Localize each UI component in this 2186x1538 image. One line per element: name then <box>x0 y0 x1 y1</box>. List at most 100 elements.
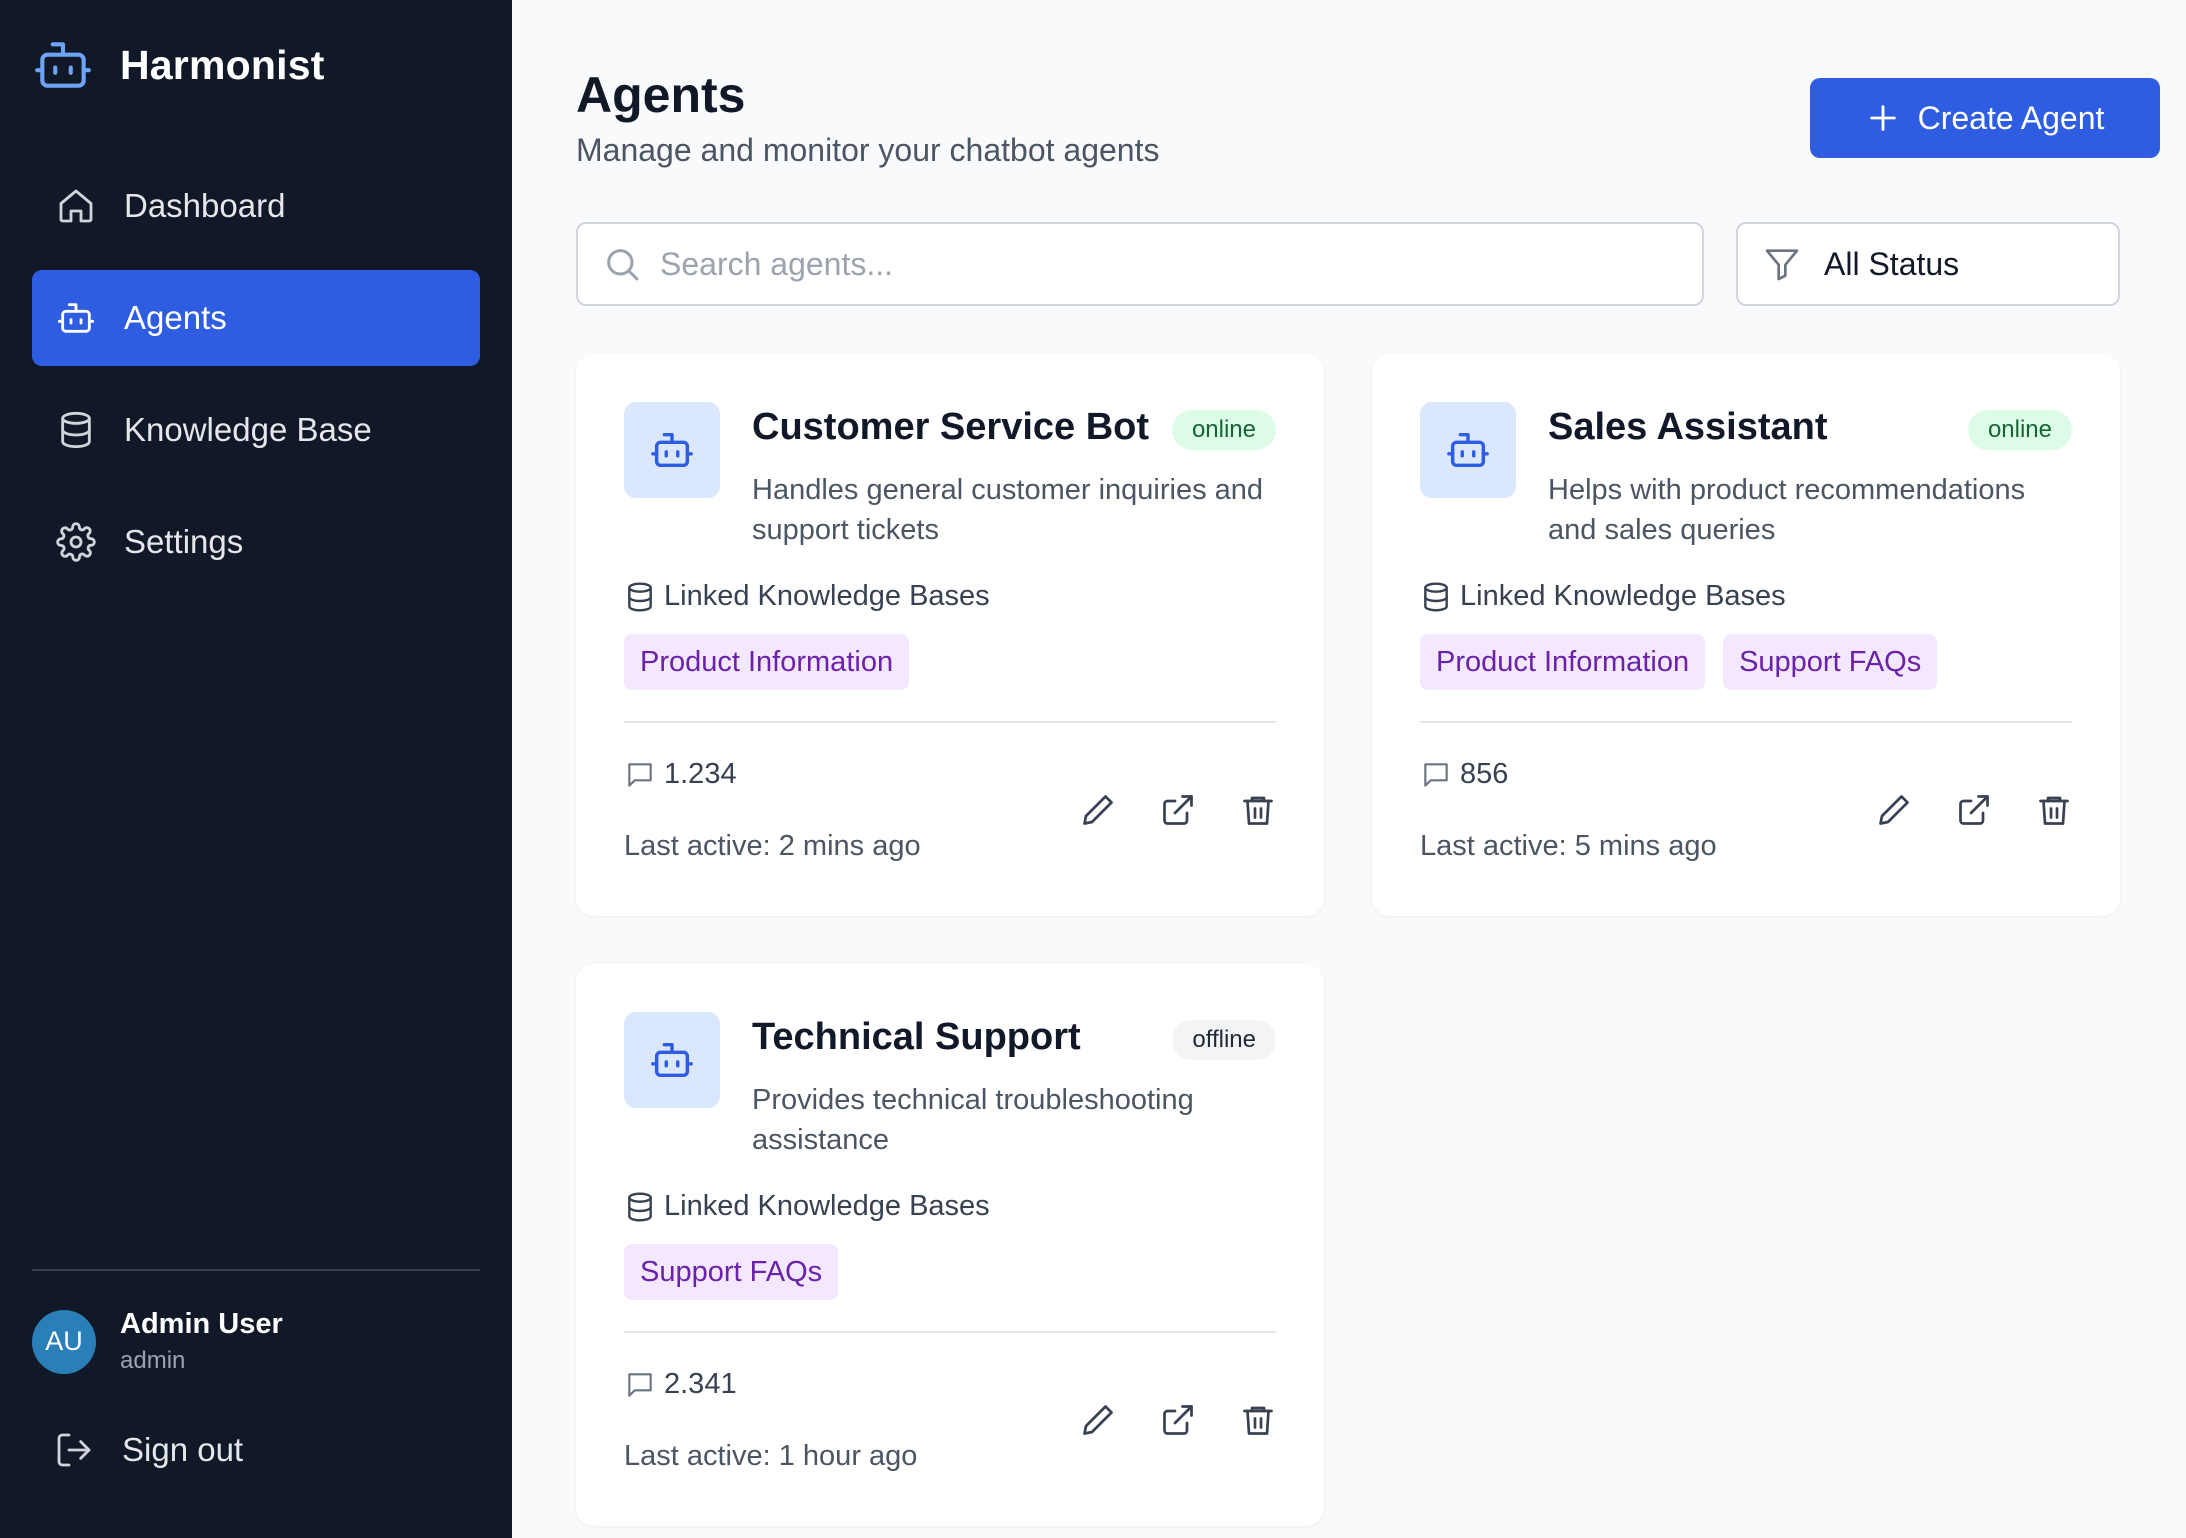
kb-tag[interactable]: Support FAQs <box>1723 634 1938 690</box>
filter-icon <box>1765 249 1799 281</box>
user-profile: AU Admin User admin <box>32 1308 283 1375</box>
main-content: Agents Manage and monitor your chatbot a… <box>512 0 2186 1538</box>
status-badge: offline <box>1172 1020 1276 1060</box>
kb-tag[interactable]: Product Information <box>624 634 910 690</box>
sidebar-divider <box>32 1269 480 1271</box>
database-icon <box>628 581 652 612</box>
database-icon <box>61 411 91 449</box>
linked-kb-heading: Linked Knowledge Bases <box>1420 580 1786 613</box>
sign-out-label: Sign out <box>122 1431 244 1468</box>
delete-button[interactable] <box>1240 792 1276 828</box>
status-filter-value: All Status <box>1824 245 1960 282</box>
sidebar-item-settings[interactable]: Settings <box>32 494 480 590</box>
status-badge: online <box>1967 410 2072 450</box>
agent-name: Customer Service Bot <box>752 406 1150 448</box>
external-link-icon <box>1959 795 1989 825</box>
linked-kb-heading: Linked Knowledge Bases <box>624 1190 990 1223</box>
message-count-value: 2.341 <box>664 1368 737 1400</box>
trash-icon <box>2039 796 2069 825</box>
open-external-button[interactable] <box>1160 1402 1196 1438</box>
pencil-icon <box>1879 795 1909 825</box>
plus-icon <box>1869 105 1896 131</box>
sidebar-item-dashboard[interactable]: Dashboard <box>32 158 480 254</box>
sidebar-item-knowledge-base[interactable]: Knowledge Base <box>32 382 480 478</box>
page-subtitle: Manage and monitor your chatbot agents <box>576 132 1160 168</box>
kb-tags: Product Information Support FAQs <box>1420 634 1955 690</box>
bot-icon <box>651 1042 693 1078</box>
pencil-icon <box>1083 795 1113 825</box>
sidebar-item-label: Dashboard <box>124 187 286 224</box>
agent-card-customer-service-bot: Customer Service Bot online Handles gene… <box>576 354 1324 916</box>
sidebar: Harmonist Dashboard Agents Knowledge Bas… <box>0 0 512 1538</box>
bot-icon <box>1447 432 1489 468</box>
trash-icon <box>1243 796 1273 825</box>
card-divider <box>624 1331 1276 1333</box>
agent-name: Sales Assistant <box>1548 406 1828 448</box>
create-agent-button[interactable]: Create Agent <box>1810 78 2160 158</box>
card-divider <box>624 721 1276 723</box>
card-actions <box>1832 792 2072 828</box>
delete-button[interactable] <box>1240 1402 1276 1438</box>
avatar: AU <box>32 1309 96 1374</box>
message-count: 856 <box>1420 758 1508 791</box>
search-input[interactable] <box>660 245 1660 283</box>
sidebar-item-label: Settings <box>124 523 244 560</box>
bot-icon <box>57 303 95 333</box>
edit-button[interactable] <box>1080 792 1116 828</box>
brand[interactable]: Harmonist <box>32 34 325 96</box>
sidebar-nav: Dashboard Agents Knowledge Base Settings <box>32 158 480 606</box>
agent-description: Handles general customer inquiries and s… <box>752 474 1264 546</box>
kb-tags: Product Information <box>624 634 927 690</box>
message-icon <box>628 762 652 787</box>
sidebar-item-agents[interactable]: Agents <box>32 270 480 366</box>
open-external-button[interactable] <box>1160 792 1196 828</box>
message-icon <box>628 1372 652 1397</box>
message-count-value: 1.234 <box>664 758 737 790</box>
database-icon <box>1424 581 1448 612</box>
agent-avatar <box>1420 402 1516 498</box>
status-filter-select[interactable]: All Status <box>1736 222 2120 306</box>
agent-description: Provides technical troubleshooting assis… <box>752 1084 1194 1156</box>
last-active: Last active: 1 hour ago <box>624 1440 918 1472</box>
edit-button[interactable] <box>1876 792 1912 828</box>
card-actions <box>1036 792 1276 828</box>
card-actions <box>1036 1402 1276 1438</box>
agent-avatar <box>624 1012 720 1108</box>
pencil-icon <box>1083 1405 1113 1435</box>
search-icon <box>607 249 639 281</box>
linked-kb-label: Linked Knowledge Bases <box>1460 580 1786 612</box>
kb-tags: Support FAQs <box>624 1244 856 1300</box>
database-icon <box>628 1191 652 1222</box>
bot-icon <box>651 432 693 468</box>
linked-kb-label: Linked Knowledge Bases <box>664 1190 990 1222</box>
last-active: Last active: 5 mins ago <box>1420 830 1717 862</box>
page-title: Agents <box>576 67 746 123</box>
agent-description: Helps with product recommendations and s… <box>1548 474 2026 546</box>
linked-kb-label: Linked Knowledge Bases <box>664 580 990 612</box>
linked-kb-heading: Linked Knowledge Bases <box>624 580 990 613</box>
last-active: Last active: 2 mins ago <box>624 830 921 862</box>
trash-icon <box>1243 1406 1273 1435</box>
create-agent-label: Create Agent <box>1917 99 2105 136</box>
edit-button[interactable] <box>1080 1402 1116 1438</box>
log-out-icon <box>57 1433 91 1467</box>
sign-out-button[interactable]: Sign out <box>54 1430 243 1470</box>
bot-logo-icon <box>35 42 91 88</box>
agent-card-sales-assistant: Sales Assistant online Helps with produc… <box>1372 354 2120 916</box>
external-link-icon <box>1163 1405 1193 1435</box>
open-external-button[interactable] <box>1956 792 1992 828</box>
agent-avatar <box>624 402 720 498</box>
user-name: Admin User <box>120 1308 283 1340</box>
message-count-value: 856 <box>1460 758 1509 790</box>
search-box <box>576 222 1704 306</box>
message-count: 1.234 <box>624 758 737 791</box>
kb-tag[interactable]: Support FAQs <box>624 1244 839 1300</box>
app-name: Harmonist <box>120 41 325 88</box>
gear-icon <box>56 522 96 562</box>
external-link-icon <box>1163 795 1193 825</box>
message-icon <box>1424 762 1448 787</box>
kb-tag[interactable]: Product Information <box>1420 634 1706 690</box>
delete-button[interactable] <box>2036 792 2072 828</box>
status-badge: online <box>1171 410 1276 450</box>
agent-card-technical-support: Technical Support offline Provides techn… <box>576 964 1324 1526</box>
